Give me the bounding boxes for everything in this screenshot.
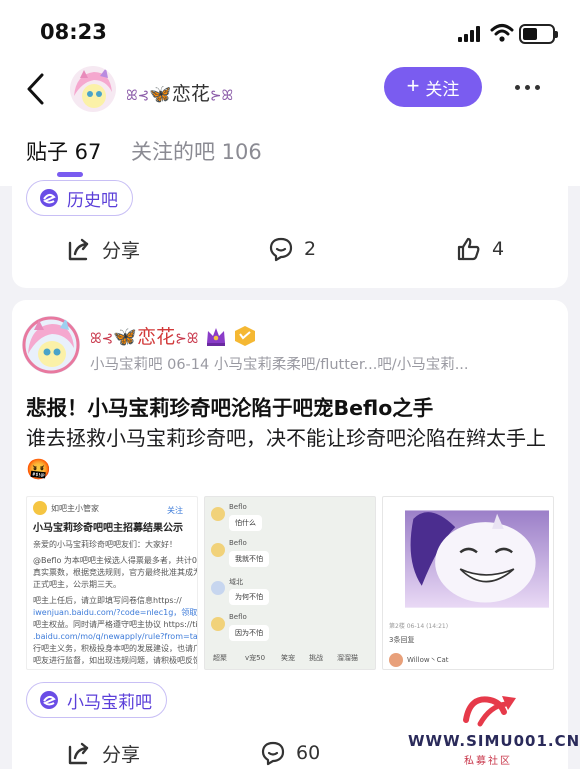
plus-icon: + [406,73,420,98]
bot-avatar [33,501,47,515]
pony-image [405,510,549,608]
back-chevron-icon[interactable] [24,72,48,106]
active-tab-indicator [57,172,83,177]
comment-button[interactable]: 2 [268,236,316,262]
follow-button[interactable]: + 关注 [384,67,482,107]
share-icon [68,742,89,764]
tab-followed-forums[interactable]: 关注的吧 106 [131,136,262,166]
author-avatar[interactable] [22,316,80,374]
user-avatar[interactable] [70,66,116,112]
post-image[interactable]: 如吧主小管家 关注 小马宝莉珍奇吧吧主招募结果公示 亲爱的小马宝莉珍奇吧吧友们：… [26,496,198,670]
level-badge-icon [235,325,256,346]
watermark-logo [463,696,516,727]
comment-icon [261,741,285,766]
profile-nickname: ꕤ⊰🦋恋花⊱ꕤ [126,83,234,105]
crown-badge-icon [207,327,226,346]
watermark: WWW.SIMU001.CN 私募社区 [398,690,579,769]
comment-icon [269,237,293,262]
forum-tag[interactable]: 历史吧 [26,180,133,216]
like-button[interactable]: 4 [456,236,504,262]
author-name[interactable]: ꕤ⊰🦋恋花⊱ꕤ [90,322,256,349]
post-card[interactable]: 历史吧 分享 2 4 [12,180,568,288]
post-body: 谁去拯救小马宝莉珍奇吧，决不能让珍奇吧沦陷在辫太手上🤬 [26,426,546,481]
share-icon [68,238,89,260]
thumbs-up-icon [457,237,480,261]
battery-icon [519,24,558,44]
wifi-icon [490,24,514,42]
forum-tag[interactable]: 小马宝莉吧 [26,682,167,718]
share-button[interactable]: 分享 [66,740,140,767]
post-meta: 小马宝莉吧 06-14 小马宝莉柔柔吧/flutter...吧/小马宝莉... [90,357,469,373]
post-title[interactable]: 悲报！小马宝莉珍奇吧沦陷于吧宠Beflo之手 [26,391,433,421]
forum-icon [40,189,58,207]
cellular-signal-icon [458,26,480,42]
angry-emoji: 🤬 [26,457,51,481]
post-image[interactable]: 第2楼 06-14 (14:21) 3条回复 Willow丶Cat [382,496,554,670]
more-options-icon[interactable] [515,85,540,90]
comment-button[interactable]: 60 [260,740,320,766]
top-area: 08:23 ꕤ⊰🦋恋花⊱ꕤ + 关注 贴子 67 关注的吧 106 [0,0,580,186]
tab-posts[interactable]: 贴子 67 [26,136,101,166]
forum-icon [40,691,58,709]
share-button[interactable]: 分享 [66,236,140,263]
status-time: 08:23 [40,20,107,44]
post-image[interactable]: Beflo 怕什么 Beflo 我就不怕 域北 为何不怕 Beflo 因为不怕 … [204,496,376,670]
